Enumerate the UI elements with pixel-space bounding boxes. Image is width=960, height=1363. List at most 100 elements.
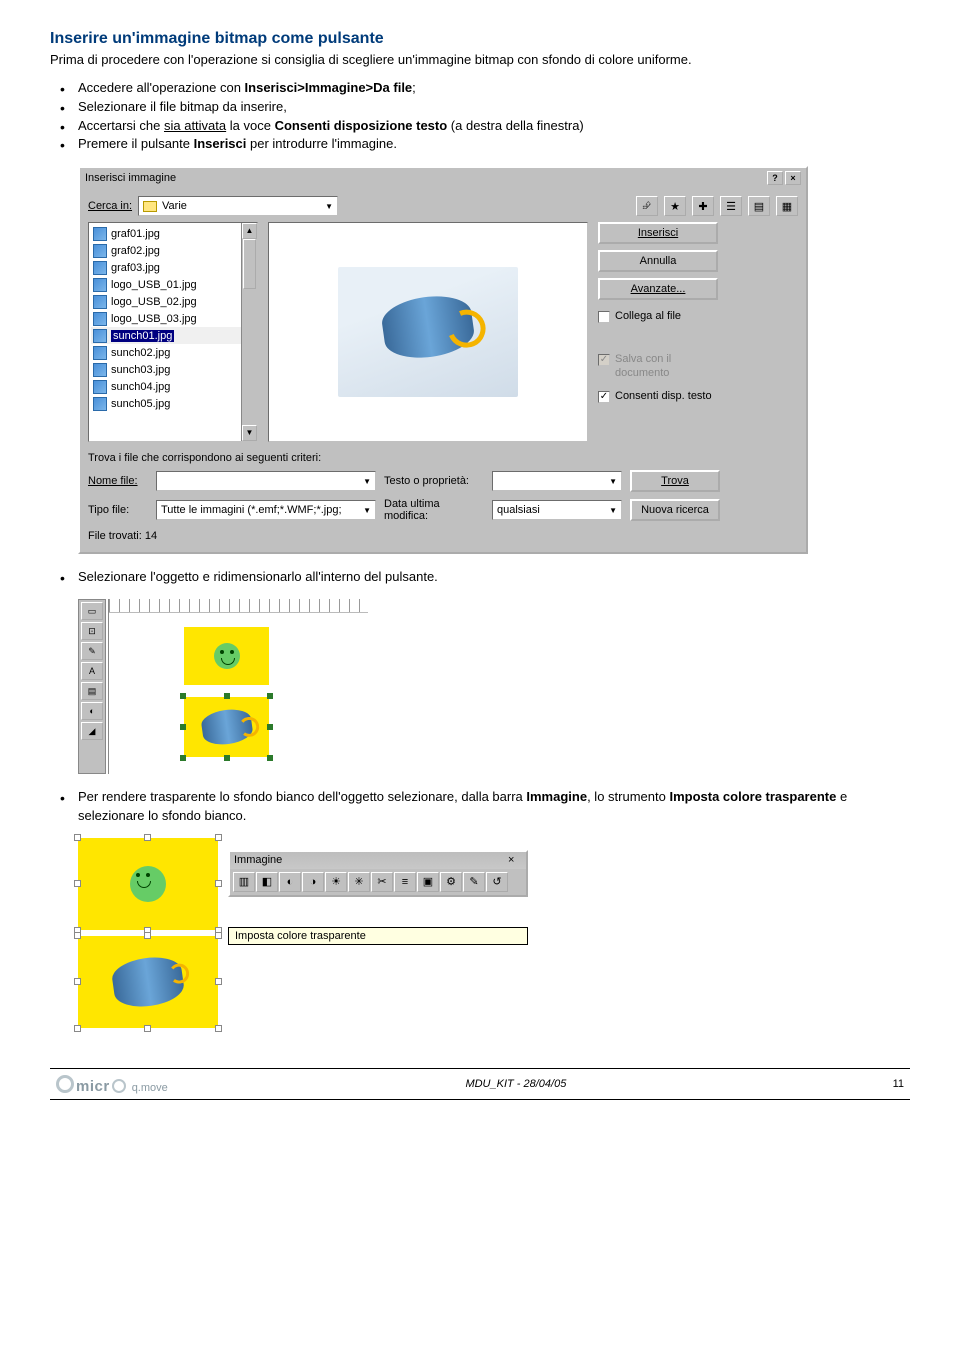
allow-text-wrap-label: Consenti disp. testo: [615, 390, 712, 403]
new-folder-icon[interactable]: ✚: [692, 196, 714, 216]
bitmap-object: [110, 953, 186, 1010]
find-button[interactable]: Trova: [630, 470, 720, 492]
search-caption: Trova i file che corrispondono ai seguen…: [88, 452, 798, 464]
tool-icon[interactable]: ▤: [81, 682, 103, 700]
smiley-icon: [214, 643, 240, 669]
image-toolbar: Immagine × ▥ ◧ ◐ ◑ ☀ ✳ ✂ ≡ ▣ ⚙ ✎ ↺: [228, 850, 528, 897]
tool-icon[interactable]: A: [81, 662, 103, 680]
smiley-icon: [130, 866, 166, 902]
file-name: sunch05.jpg: [111, 398, 170, 410]
button-object-1: [184, 627, 269, 685]
close-button[interactable]: ×: [785, 171, 801, 185]
date-mod-label: Data ultima modifica:: [384, 498, 484, 522]
file-icon: [93, 295, 107, 309]
example-before: [78, 838, 218, 930]
folder-icon: [143, 201, 157, 212]
text-prop-field[interactable]: ▼: [492, 471, 622, 491]
file-icon: [93, 397, 107, 411]
tool-icon[interactable]: ▭: [81, 602, 103, 620]
link-file-label: Collega al file: [615, 310, 681, 323]
look-in-dropdown[interactable]: Varie ▼: [138, 196, 338, 216]
filename-label: Nome file:: [88, 475, 148, 487]
color-mode-icon[interactable]: ▥: [233, 872, 255, 892]
selection-handles[interactable]: [180, 693, 273, 761]
scroll-thumb[interactable]: [243, 239, 256, 289]
grayscale-icon[interactable]: ◧: [256, 872, 278, 892]
filetype-field[interactable]: Tutte le immagini (*.emf;*.WMF;*.jpg;▼: [156, 500, 376, 520]
brightness-up-icon[interactable]: ☀: [325, 872, 347, 892]
scroll-up-icon[interactable]: ▲: [242, 223, 257, 239]
list-view-icon[interactable]: ☰: [720, 196, 742, 216]
file-icon: [93, 380, 107, 394]
cancel-button[interactable]: Annulla: [598, 250, 718, 272]
example-after: [78, 936, 218, 1028]
instruction-item: Accertarsi che sia attivata la voce Cons…: [50, 117, 910, 136]
file-row[interactable]: logo_USB_02.jpg: [91, 293, 255, 310]
new-search-button[interactable]: Nuova ricerca: [630, 499, 720, 521]
button-object-2: [184, 697, 269, 757]
file-row[interactable]: sunch04.jpg: [91, 378, 255, 395]
text-wrap-icon[interactable]: ▣: [417, 872, 439, 892]
instruction-item: Premere il pulsante Inserisci per introd…: [50, 135, 910, 154]
save-with-doc-label: Salva con il documento: [615, 353, 718, 379]
file-row[interactable]: logo_USB_03.jpg: [91, 310, 255, 327]
transparency-example: Immagine × ▥ ◧ ◐ ◑ ☀ ✳ ✂ ≡ ▣ ⚙ ✎ ↺ Impos…: [78, 838, 910, 1028]
text-prop-label: Testo o proprietà:: [384, 475, 484, 487]
scrollbar-vertical[interactable]: ▲ ▼: [241, 223, 257, 441]
file-name: graf01.jpg: [111, 228, 160, 240]
format-picture-icon[interactable]: ⚙: [440, 872, 462, 892]
allow-text-wrap-checkbox[interactable]: [598, 391, 610, 403]
advanced-button[interactable]: Avanzate...: [598, 278, 718, 300]
tool-icon[interactable]: ✎: [81, 642, 103, 660]
dialog-title: Inserisci immagine: [85, 172, 176, 184]
link-file-checkbox[interactable]: [598, 311, 610, 323]
close-button[interactable]: ×: [508, 854, 522, 867]
file-row[interactable]: sunch01.jpg: [91, 327, 255, 344]
image-toolbar-title: Immagine: [234, 854, 282, 866]
file-row[interactable]: sunch03.jpg: [91, 361, 255, 378]
up-folder-icon[interactable]: ⮵: [636, 196, 658, 216]
crop-icon[interactable]: ✂: [371, 872, 393, 892]
instruction-item: Selezionare l'oggetto e ridimensionarlo …: [50, 568, 910, 587]
tooltip: Imposta colore trasparente: [228, 927, 528, 945]
insert-button[interactable]: Inserisci: [598, 222, 718, 244]
contrast-up-icon[interactable]: ◐: [279, 872, 301, 892]
file-row[interactable]: sunch02.jpg: [91, 344, 255, 361]
file-name: logo_USB_01.jpg: [111, 279, 197, 291]
file-name: graf02.jpg: [111, 245, 160, 257]
file-icon: [93, 312, 107, 326]
tool-icon[interactable]: ◐: [81, 702, 103, 720]
scroll-down-icon[interactable]: ▼: [242, 425, 257, 441]
file-row[interactable]: logo_USB_01.jpg: [91, 276, 255, 293]
line-style-icon[interactable]: ≡: [394, 872, 416, 892]
file-name: sunch03.jpg: [111, 364, 170, 376]
page-heading: Inserire un'immagine bitmap come pulsant…: [50, 30, 910, 48]
file-icon: [93, 244, 107, 258]
favorites-icon[interactable]: ★: [664, 196, 686, 216]
tool-icon[interactable]: ◢: [81, 722, 103, 740]
ruler: [109, 599, 368, 613]
file-row[interactable]: graf01.jpg: [91, 225, 255, 242]
filename-field[interactable]: ▼: [156, 471, 376, 491]
date-mod-field[interactable]: qualsiasi▼: [492, 500, 622, 520]
help-button[interactable]: ?: [767, 171, 783, 185]
tool-icon[interactable]: ⊡: [81, 622, 103, 640]
file-icon: [93, 278, 107, 292]
contrast-down-icon[interactable]: ◑: [302, 872, 324, 892]
file-row[interactable]: graf02.jpg: [91, 242, 255, 259]
file-row[interactable]: graf03.jpg: [91, 259, 255, 276]
instruction-item: Accedere all'operazione con Inserisci>Im…: [50, 79, 910, 98]
preview-view-icon[interactable]: ▦: [776, 196, 798, 216]
preview-image: [338, 267, 518, 397]
file-row[interactable]: sunch05.jpg: [91, 395, 255, 412]
instruction-list-3: Per rendere trasparente lo sfondo bianco…: [50, 788, 910, 826]
brightness-down-icon[interactable]: ✳: [348, 872, 370, 892]
preview-pane: [268, 222, 588, 442]
details-view-icon[interactable]: ▤: [748, 196, 770, 216]
brand-logo: micr q.move: [56, 1073, 168, 1095]
set-transparent-color-icon[interactable]: ✎: [463, 872, 485, 892]
file-icon: [93, 261, 107, 275]
file-icon: [93, 227, 107, 241]
file-list[interactable]: graf01.jpg graf02.jpg graf03.jpg logo_USB_0…: [88, 222, 258, 442]
reset-picture-icon[interactable]: ↺: [486, 872, 508, 892]
